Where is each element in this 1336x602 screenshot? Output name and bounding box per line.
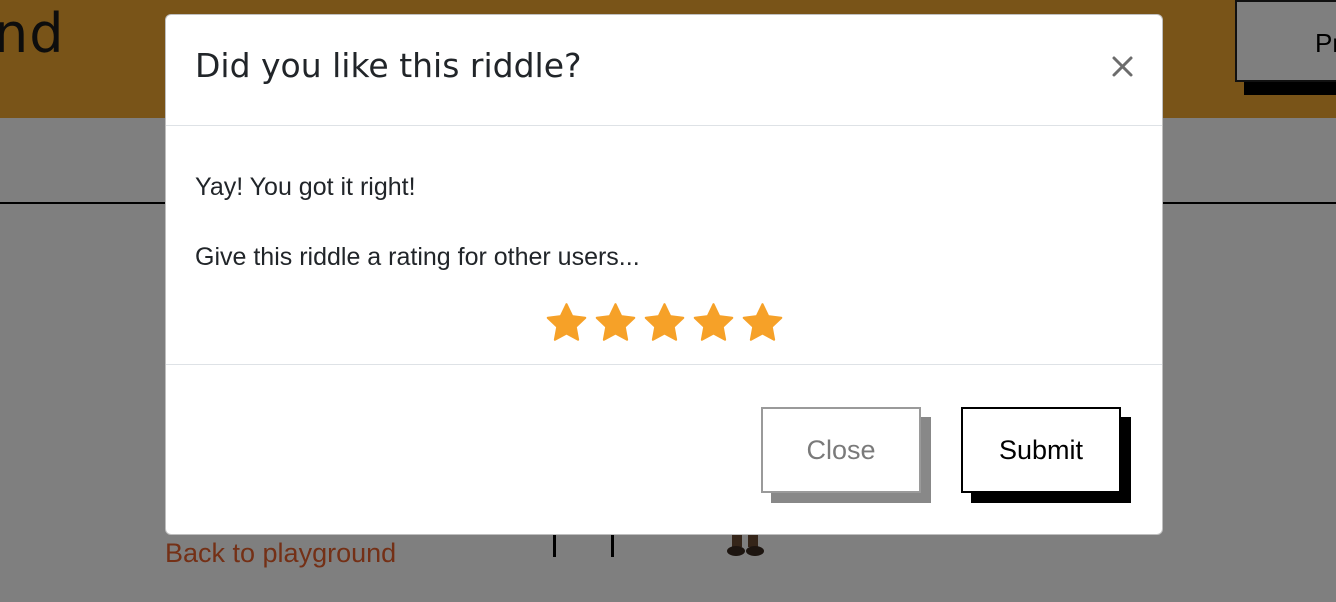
modal-footer: Close Submit (166, 365, 1162, 535)
rating-modal: Did you like this riddle? Yay! You got i… (165, 14, 1163, 535)
close-button[interactable]: Close (761, 407, 921, 493)
page: nd Pr Back to playground Did you like th… (0, 0, 1336, 602)
star-rating (544, 301, 785, 345)
star-icon[interactable] (740, 301, 785, 345)
star-icon[interactable] (642, 301, 687, 345)
modal-title: Did you like this riddle? (195, 46, 582, 85)
rating-prompt: Give this riddle a rating for other user… (195, 243, 640, 271)
submit-button[interactable]: Submit (961, 407, 1121, 493)
modal-body: Yay! You got it right! Give this riddle … (166, 126, 1162, 365)
star-icon[interactable] (544, 301, 589, 345)
success-message: Yay! You got it right! (195, 173, 416, 201)
star-icon[interactable] (691, 301, 736, 345)
close-icon[interactable] (1106, 49, 1140, 83)
star-icon[interactable] (593, 301, 638, 345)
modal-header: Did you like this riddle? (166, 15, 1162, 126)
